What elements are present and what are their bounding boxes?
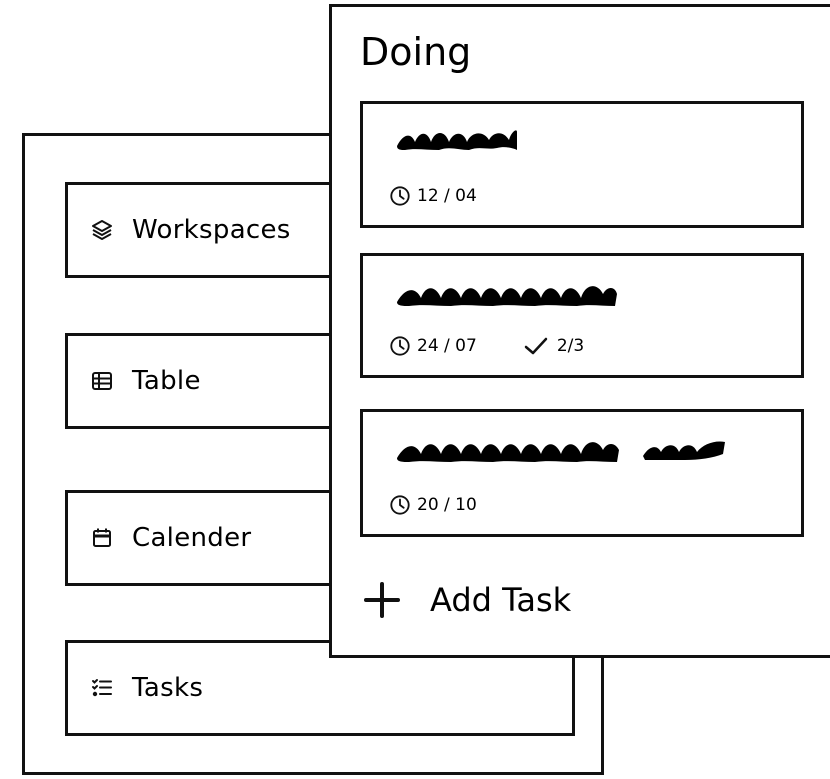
task-subtask-progress: 2/3 <box>556 336 585 356</box>
nav-item-label: Workspaces <box>132 215 291 245</box>
check-icon <box>524 337 548 355</box>
nav-item-label: Tasks <box>132 673 204 703</box>
redacted-title-scribble <box>397 130 517 150</box>
task-due-date: 20 / 10 <box>417 495 477 515</box>
calendar-icon <box>90 526 114 550</box>
task-card[interactable]: 24 / 07 2/3 <box>360 253 804 378</box>
clock-icon <box>390 336 410 356</box>
clock-icon <box>390 495 410 515</box>
nav-item-label: Calender <box>132 523 252 553</box>
task-due-date: 12 / 04 <box>417 186 477 206</box>
column-title: Doing <box>360 30 472 74</box>
task-card[interactable]: 20 / 10 <box>360 409 804 537</box>
nav-item-label: Table <box>132 366 201 396</box>
redacted-title-scribble <box>397 286 617 306</box>
clock-icon <box>390 186 410 206</box>
plus-icon <box>364 582 400 618</box>
layers-icon <box>90 218 114 242</box>
add-task-label: Add Task <box>430 581 572 619</box>
task-meta: 24 / 07 2/3 <box>389 335 584 357</box>
task-due-date: 24 / 07 <box>417 336 477 356</box>
task-card[interactable]: 12 / 04 <box>360 101 804 228</box>
checklist-icon <box>90 676 114 700</box>
wireframe-canvas: Workspaces Table Calender Tasks Doing 12… <box>0 0 830 779</box>
redacted-title-scribble <box>397 441 725 462</box>
task-meta: 20 / 10 <box>389 494 477 516</box>
add-task-button[interactable]: Add Task <box>362 580 571 620</box>
table-icon <box>90 369 114 393</box>
task-meta: 12 / 04 <box>389 185 477 207</box>
